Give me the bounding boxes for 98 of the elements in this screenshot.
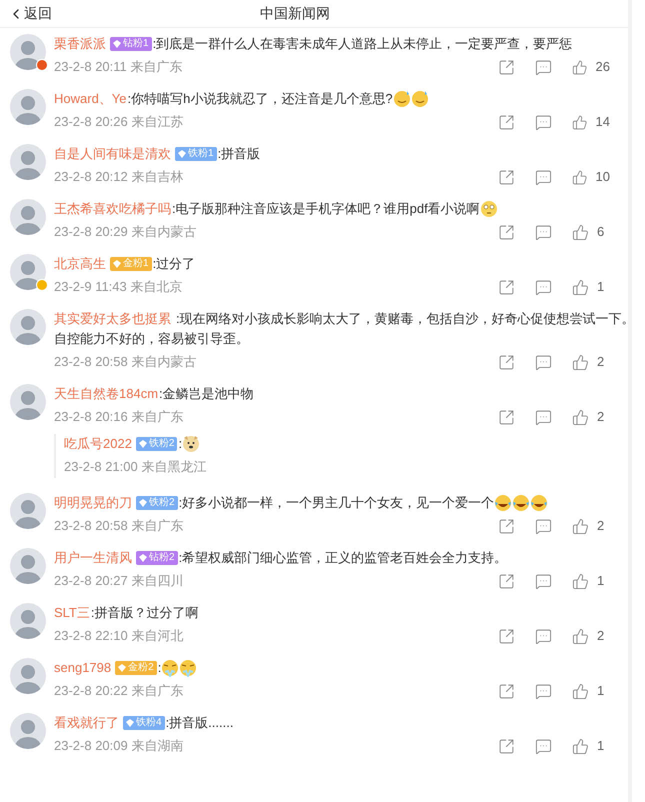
share-icon[interactable]	[498, 628, 515, 644]
back-button[interactable]: 返回	[8, 3, 52, 24]
share-icon[interactable]	[498, 58, 515, 76]
user-name[interactable]: 栗香派派	[54, 34, 106, 54]
comment-icon[interactable]	[535, 738, 552, 754]
like-count: 1	[597, 737, 604, 756]
like-icon[interactable]	[572, 572, 589, 590]
like-count: 1	[597, 278, 604, 296]
comment-icon[interactable]	[535, 278, 552, 296]
timestamp: 23-2-8 20:11 来自广东	[54, 58, 182, 76]
fan-badge: 金粉1	[110, 257, 152, 271]
timestamp: 23-2-9 11:43 来自北京	[54, 278, 182, 296]
comment-text: :拼音版？过分了啊	[90, 604, 199, 622]
comment-icon[interactable]	[535, 518, 552, 534]
share-icon[interactable]	[498, 354, 515, 370]
comment-icon[interactable]	[535, 572, 552, 590]
like-icon[interactable]	[572, 628, 589, 644]
user-name[interactable]: 吃瓜号2022	[64, 434, 132, 454]
share-icon[interactable]	[498, 518, 515, 534]
comment-icon[interactable]	[535, 168, 552, 186]
user-name[interactable]: 天生自然卷184cm	[54, 384, 158, 404]
comment-text: :希望权威部门细心监管，正义的监管老百姓会全力支持。	[178, 549, 508, 567]
timestamp: 23-2-8 20:22 来自广东	[54, 682, 184, 700]
fan-badge: 铁粉4	[123, 716, 165, 730]
comment-icon[interactable]	[535, 224, 552, 240]
page-title: 中国新闻网	[260, 4, 330, 23]
fan-badge: 金粉2	[115, 661, 157, 675]
comment-icon[interactable]	[535, 682, 552, 700]
share-icon[interactable]	[498, 278, 515, 296]
fan-badge: 铁粉2	[136, 437, 178, 451]
share-icon[interactable]	[498, 114, 515, 130]
user-name[interactable]: 其实爱好太多也挺累	[54, 309, 171, 329]
comment-icon[interactable]	[535, 58, 552, 76]
user-name[interactable]: seng1798	[54, 658, 112, 678]
share-icon[interactable]	[498, 168, 515, 186]
like-icon[interactable]	[572, 354, 589, 370]
share-icon[interactable]	[498, 408, 515, 426]
user-name[interactable]: Howard、Ye	[54, 89, 127, 109]
timestamp: 23-2-8 20:58 来自内蒙古	[54, 353, 196, 372]
share-icon[interactable]	[498, 572, 515, 590]
share-icon[interactable]	[498, 224, 515, 240]
comment-text: :拼音版	[218, 145, 260, 163]
comment-text: :拼音版.......	[166, 714, 234, 732]
like-count: 26	[596, 58, 610, 76]
comment-icon[interactable]	[535, 354, 552, 370]
comment-icon[interactable]	[535, 628, 552, 644]
user-name[interactable]: 王杰希喜欢吃橘子吗	[54, 199, 171, 219]
timestamp: 23-2-8 20:26 来自江苏	[54, 113, 184, 132]
user-name[interactable]: 用户一生清风	[54, 548, 132, 568]
timestamp: 23-2-8 20:27 来自四川	[54, 572, 184, 590]
comment-text: :你特喵写h小说我就忍了，还注音是几个意思?	[128, 90, 393, 108]
comment-text: :现在网络对小孩成长影响太大了，黄赌毒，包括自沙，好奇心促使想尝试一下。	[176, 310, 635, 328]
like-count: 6	[597, 223, 604, 242]
like-count: 1	[597, 572, 604, 590]
like-icon[interactable]	[572, 518, 589, 534]
fan-badge: 钻粉1	[110, 37, 152, 51]
like-icon[interactable]	[572, 58, 588, 76]
comment-text: :金鳞岂是池中物	[159, 385, 254, 403]
timestamp: 23-2-8 21:00 来自黑龙江	[64, 458, 206, 476]
timestamp: 23-2-8 20:09 来自湖南	[54, 737, 184, 756]
comment-text: :	[178, 435, 182, 453]
fan-badge: 钻粉2	[136, 551, 178, 565]
like-count: 10	[596, 168, 610, 186]
like-icon[interactable]	[572, 682, 589, 700]
comment-text: :过分了	[152, 255, 196, 273]
user-name[interactable]: 自是人间有味是清欢	[54, 144, 171, 164]
user-name[interactable]: SLT三	[54, 603, 90, 623]
like-icon[interactable]	[572, 168, 588, 186]
timestamp: 23-2-8 22:10 来自河北	[54, 627, 184, 646]
timestamp: 23-2-8 20:12 来自吉林	[54, 168, 184, 186]
like-icon[interactable]	[572, 224, 589, 240]
fan-badge: 铁粉1	[175, 147, 217, 161]
timestamp: 23-2-8 20:58 来自广东	[54, 517, 184, 536]
like-icon[interactable]	[572, 408, 589, 426]
like-count: 2	[597, 627, 604, 646]
like-count: 2	[597, 517, 604, 536]
like-count: 1	[597, 682, 604, 700]
comment-text: :电子版那种注音应该是手机字体吧？谁用pdf看小说啊	[172, 200, 480, 218]
timestamp: 23-2-8 20:29 来自内蒙古	[54, 223, 196, 242]
comment-icon[interactable]	[535, 114, 552, 130]
comment-text: :	[158, 659, 162, 677]
like-count: 2	[597, 408, 604, 426]
share-icon[interactable]	[498, 738, 515, 754]
comment-text: :到底是一群什么人在毒害未成年人道路上从未停止，一定要严查，要严惩	[152, 35, 572, 53]
fan-badge: 铁粉2	[136, 496, 178, 510]
share-icon[interactable]	[498, 682, 515, 700]
like-icon[interactable]	[572, 738, 589, 754]
comment-text: 自控能力不好的，容易被引导歪。	[54, 330, 249, 348]
comment-text: :好多小说都一样，一个男主几十个女友，见一个爱一个	[178, 494, 494, 512]
user-name[interactable]: 北京高生	[54, 254, 106, 274]
like-icon[interactable]	[572, 114, 588, 130]
comment-icon[interactable]	[535, 408, 552, 426]
user-name[interactable]: 明明晃晃的刀	[54, 493, 132, 513]
like-count: 14	[596, 113, 610, 132]
timestamp: 23-2-8 20:16 来自广东	[54, 408, 184, 426]
like-icon[interactable]	[572, 278, 589, 296]
user-name[interactable]: 看戏就行了	[54, 713, 119, 733]
like-count: 2	[597, 353, 604, 372]
